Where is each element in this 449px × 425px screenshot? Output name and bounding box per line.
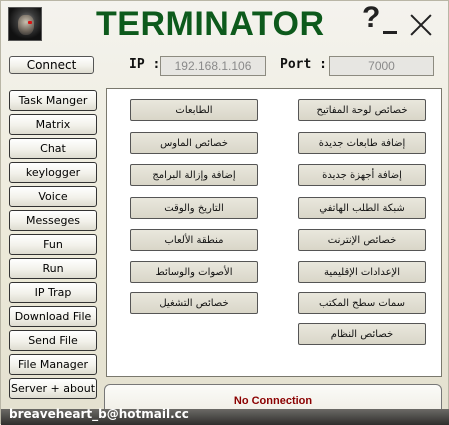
sidebar-item-task-manager[interactable]: Task Manger: [9, 90, 97, 111]
system-properties-button[interactable]: خصائص النظام: [298, 323, 426, 345]
sounds-multimedia-button[interactable]: الأصوات والوسائط: [130, 261, 258, 283]
add-hardware-button[interactable]: إضافة أجهزة جديدة: [298, 164, 426, 186]
power-options-button[interactable]: خصائص التشغيل: [130, 292, 258, 314]
app-title: TERMINATOR: [96, 5, 325, 43]
ip-field[interactable]: 192.168.1.106: [160, 56, 266, 76]
sidebar-item-run[interactable]: Run: [9, 258, 97, 279]
sidebar-item-download-file[interactable]: Download File: [9, 306, 97, 327]
terminator-face-icon: [8, 7, 42, 41]
desktop-themes-button[interactable]: سمات سطح المكتب: [298, 292, 426, 314]
dialup-network-button[interactable]: شبكة الطلب الهاتفي: [298, 197, 426, 219]
keyboard-properties-button[interactable]: خصائص لوحة المفاتيح: [298, 99, 426, 121]
add-remove-programs-button[interactable]: إضافة وإزالة البرامج: [130, 164, 258, 186]
sidebar-item-send-file[interactable]: Send File: [9, 330, 97, 351]
port-field[interactable]: 7000: [329, 56, 434, 76]
sidebar-item-keylogger[interactable]: keylogger: [9, 162, 97, 183]
sidebar-item-server-about[interactable]: Server + about: [9, 378, 97, 399]
connect-button[interactable]: Connect: [9, 56, 94, 74]
printers-button[interactable]: الطابعات: [130, 99, 258, 121]
add-printer-button[interactable]: إضافة طابعات جديدة: [298, 132, 426, 154]
date-time-button[interactable]: التاريخ والوقت: [130, 197, 258, 219]
connection-status-text: No Connection: [233, 394, 313, 407]
sidebar-item-chat[interactable]: Chat: [9, 138, 97, 159]
sidebar-item-voice[interactable]: Voice: [9, 186, 97, 207]
mouse-properties-button[interactable]: خصائص الماوس: [130, 132, 258, 154]
close-icon[interactable]: [409, 13, 433, 37]
app-window: TERMINATOR ? Connect IP : 192.168.1.106 …: [0, 0, 449, 425]
sidebar-item-file-manager[interactable]: File Manager: [9, 354, 97, 375]
minimize-icon[interactable]: [383, 31, 397, 34]
port-label: Port :: [280, 57, 327, 72]
help-icon[interactable]: ?: [362, 1, 380, 35]
logo-red-eye: [28, 21, 32, 24]
ip-label: IP :: [129, 57, 161, 72]
sidebar-item-ip-trap[interactable]: IP Trap: [9, 282, 97, 303]
sidebar-item-fun[interactable]: Fun: [9, 234, 97, 255]
internet-properties-button[interactable]: خصائص الإنترنت: [298, 229, 426, 251]
sidebar-item-matrix[interactable]: Matrix: [9, 114, 97, 135]
control-panel-area: الطابعات خصائص الماوس إضافة وإزالة البرا…: [106, 88, 442, 377]
sidebar-item-messages[interactable]: Messeges: [9, 210, 97, 231]
author-email: breaveheart_b@hotmail.cc: [9, 407, 189, 421]
logo-face: [18, 15, 34, 35]
game-controllers-button[interactable]: منطقة الألعاب: [130, 229, 258, 251]
regional-settings-button[interactable]: الإعدادات الإقليمية: [298, 261, 426, 283]
